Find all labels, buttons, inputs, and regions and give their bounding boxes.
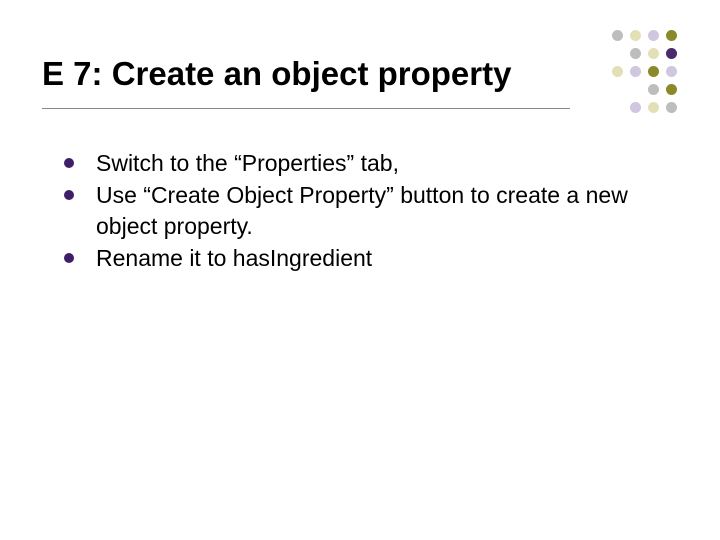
dot-icon bbox=[648, 30, 659, 41]
dot-icon bbox=[630, 102, 641, 113]
slide-title: E 7: Create an object property bbox=[42, 56, 680, 92]
dot-icon bbox=[630, 30, 641, 41]
list-item: Use “Create Object Property” button to c… bbox=[60, 180, 670, 241]
list-item: Switch to the “Properties” tab, bbox=[60, 148, 670, 178]
title-area: E 7: Create an object property bbox=[42, 56, 680, 92]
title-underline bbox=[42, 108, 570, 109]
content-area: Switch to the “Properties” tab, Use “Cre… bbox=[60, 148, 670, 275]
list-item: Rename it to hasIngredient bbox=[60, 243, 670, 273]
dot-icon bbox=[612, 30, 623, 41]
bullet-list: Switch to the “Properties” tab, Use “Cre… bbox=[60, 148, 670, 273]
dot-icon bbox=[666, 102, 677, 113]
slide: E 7: Create an object property Switch to… bbox=[0, 0, 720, 540]
dot-icon bbox=[666, 30, 677, 41]
dot-icon bbox=[648, 102, 659, 113]
